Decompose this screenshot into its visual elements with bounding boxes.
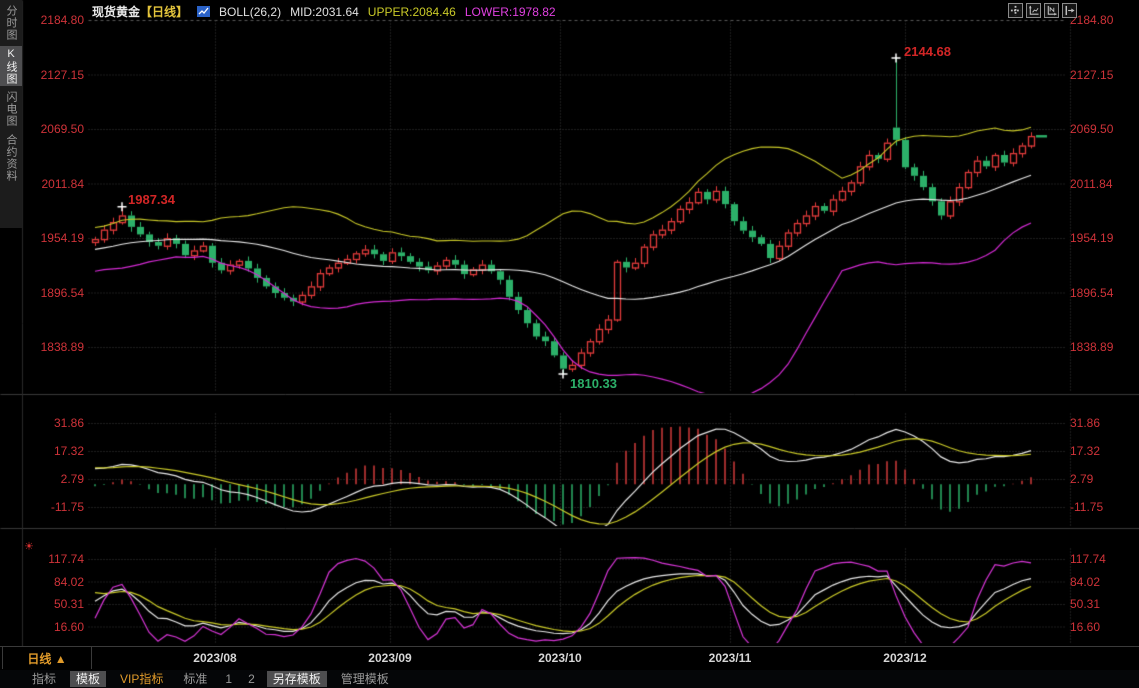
kdj-d-value: D:77.91 — [209, 532, 251, 546]
price-axis-label: 1838.89 — [20, 340, 84, 354]
toolbar-item-save-template[interactable]: 另存模板 — [267, 671, 327, 687]
date-label: 2023/10 — [525, 651, 595, 665]
price-annotation: 2144.68 — [904, 44, 951, 59]
kdj-axis-label: 84.02 — [1070, 575, 1134, 589]
toolbar-item-slot-2[interactable]: 2 — [244, 671, 259, 687]
macd-dea-value: DEA:16.39 — [253, 399, 311, 413]
chart-canvas[interactable] — [0, 0, 1139, 646]
boll-chart-icon[interactable] — [197, 5, 210, 18]
kdj-axis-label: 16.60 — [20, 620, 84, 634]
macd-name: MACD(26,12,9) — [92, 399, 175, 413]
price-axis-label: 1954.19 — [20, 231, 84, 245]
kdj-j-value: J:74.72 — [260, 532, 299, 546]
date-label: 2023/08 — [180, 651, 250, 665]
scale-x-axis-icon[interactable] — [1044, 3, 1059, 18]
toolbar-item-standard[interactable]: 标准 — [177, 671, 213, 687]
macd-diff-value: DIFF:19.16 — [184, 399, 244, 413]
period-tag: 【日线】 — [140, 3, 188, 20]
price-axis-label: 2011.84 — [20, 177, 84, 191]
kdj-axis-label: 50.31 — [20, 597, 84, 611]
sidebar: 分时图 K线图 闪电图 合约资料 — [0, 0, 22, 228]
toolbar-item-templates[interactable]: 模板 — [70, 671, 106, 687]
price-axis-label: 2127.15 — [1070, 68, 1134, 82]
symbol-name: 现货黄金 — [92, 3, 140, 20]
date-axis-row: 日线 ▲ 2023/08 2023/09 2023/10 2023/11 2023/12 — [0, 646, 1139, 671]
macd-axis-label: 17.32 — [1070, 444, 1134, 458]
kdj-axis-label: 50.31 — [1070, 597, 1134, 611]
period-selector[interactable]: 日线 ▲ — [2, 647, 92, 669]
boll-label: BOLL(26,2) — [219, 5, 281, 19]
date-label: 2023/11 — [695, 651, 765, 665]
shift-right-icon[interactable] — [1062, 3, 1077, 18]
chart-window: 分时图 K线图 闪电图 合约资料 现货黄金 【日线】 BOLL(26,2) MI… — [0, 0, 1139, 688]
bottom-toolbar: 指标 模板 VIP指标 标准 1 2 另存模板 管理模板 — [0, 670, 1139, 688]
kdj-header: KDJ(9,3,3) K:76.85 D:77.91 J:74.72 — [92, 532, 299, 546]
price-axis-label: 1896.54 — [1070, 286, 1134, 300]
macd-axis-label: 17.32 — [20, 444, 84, 458]
sidebar-tab-flash[interactable]: 闪电图 — [0, 89, 22, 129]
price-annotation: 1987.34 — [128, 192, 175, 207]
macd-axis-label: -11.75 — [1070, 500, 1134, 514]
toolbar-item-slot-1[interactable]: 1 — [221, 671, 236, 687]
kdj-k-value: K:76.85 — [158, 532, 199, 546]
kdj-axis-label: 84.02 — [20, 575, 84, 589]
macd-value: MACD:5.53 — [320, 399, 382, 413]
price-axis-label: 2127.15 — [20, 68, 84, 82]
date-label: 2023/09 — [355, 651, 425, 665]
sidebar-tab-kline[interactable]: K线图 — [0, 46, 22, 86]
macd-axis-label: 2.79 — [1070, 472, 1134, 486]
toolbar-item-indicators[interactable]: 指标 — [26, 671, 62, 687]
price-annotation: 1810.33 — [570, 376, 617, 391]
macd-header: MACD(26,12,9) DIFF:19.16 DEA:16.39 MACD:… — [92, 399, 382, 413]
price-axis-label: 2069.50 — [20, 122, 84, 136]
sidebar-tab-timeline[interactable]: 分时图 — [0, 3, 22, 43]
kdj-name: KDJ(9,3,3) — [92, 532, 149, 546]
toolbar-item-manage-template[interactable]: 管理模板 — [335, 671, 395, 687]
kdj-axis-label: 117.74 — [20, 552, 84, 566]
boll-lower-value: LOWER:1978.82 — [465, 5, 556, 19]
date-label: 2023/12 — [870, 651, 940, 665]
price-axis-label: 1954.19 — [1070, 231, 1134, 245]
chart-header: 现货黄金 【日线】 BOLL(26,2) MID:2031.64 UPPER:2… — [92, 3, 556, 20]
boll-upper-value: UPPER:2084.46 — [368, 5, 456, 19]
price-axis-label: 2184.80 — [20, 13, 84, 27]
macd-axis-label: 31.86 — [20, 416, 84, 430]
price-axis-label: 1896.54 — [20, 286, 84, 300]
scale-y-axis-icon[interactable] — [1026, 3, 1041, 18]
price-axis-label: 2184.80 — [1070, 13, 1134, 27]
boll-mid-value: MID:2031.64 — [290, 5, 359, 19]
toolbar-item-vip-indicators[interactable]: VIP指标 — [114, 671, 169, 687]
price-axis-label: 1838.89 — [1070, 340, 1134, 354]
chart-toolbar — [1008, 3, 1077, 18]
macd-axis-label: 31.86 — [1070, 416, 1134, 430]
pan-crosshair-icon[interactable] — [1008, 3, 1023, 18]
macd-axis-label: 2.79 — [20, 472, 84, 486]
sidebar-tab-contract[interactable]: 合约资料 — [0, 132, 22, 184]
kdj-alarm-icon[interactable]: ☀ — [24, 540, 34, 553]
kdj-axis-label: 16.60 — [1070, 620, 1134, 634]
price-axis-label: 2011.84 — [1070, 177, 1134, 191]
kdj-axis-label: 117.74 — [1070, 552, 1134, 566]
price-axis-label: 2069.50 — [1070, 122, 1134, 136]
macd-axis-label: -11.75 — [20, 500, 84, 514]
